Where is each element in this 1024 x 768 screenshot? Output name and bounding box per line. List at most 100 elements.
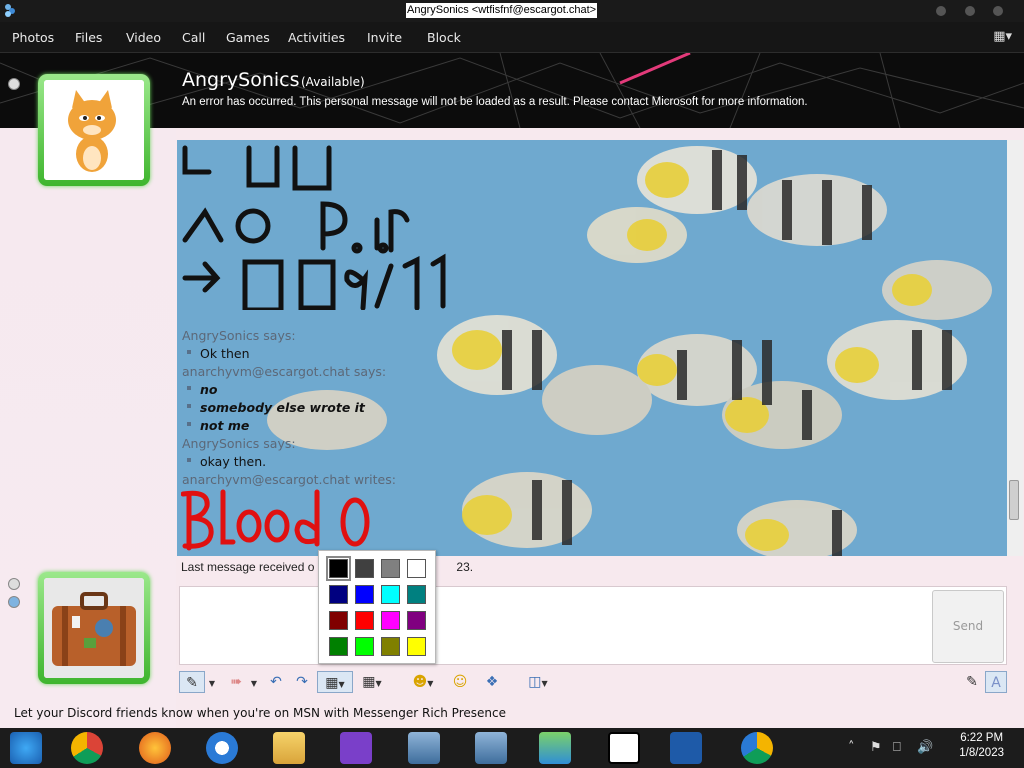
network-app-icon[interactable] xyxy=(408,732,440,764)
pen-icon[interactable]: ✎ xyxy=(179,671,205,693)
bullet xyxy=(187,458,191,462)
taskbar: ˄ ⚑ ⎕ 🔊 6:22 PM 1/8/2023 xyxy=(0,728,1024,768)
start-icon[interactable] xyxy=(10,732,42,764)
contact-display-name: AngrySonics xyxy=(182,69,300,91)
message-text: no xyxy=(200,382,218,397)
menu-games[interactable]: Games xyxy=(226,30,270,45)
tray-chevron-icon[interactable]: ˄ xyxy=(848,740,855,755)
taskbar-clock[interactable]: 6:22 PM 1/8/2023 xyxy=(959,732,1004,759)
menu-bar: Photos Files Video Call Games Activities… xyxy=(0,22,1024,53)
network-app-2-icon[interactable] xyxy=(475,732,507,764)
pen-dropdown[interactable]: ▼ xyxy=(207,671,217,693)
webcam-icon[interactable] xyxy=(8,596,20,608)
flag-icon[interactable]: ⚑ xyxy=(870,740,882,755)
chrome-icon[interactable] xyxy=(71,732,103,764)
bullet xyxy=(187,350,191,354)
handwritten-ink-red xyxy=(181,489,370,551)
last-message-suffix: 23. xyxy=(456,560,474,574)
color-swatch[interactable] xyxy=(381,559,400,578)
color-swatch[interactable] xyxy=(326,556,351,581)
font-icon[interactable]: ✎ xyxy=(961,671,983,693)
maximize-button[interactable] xyxy=(965,6,975,16)
msn-icon[interactable] xyxy=(206,732,238,764)
menu-call[interactable]: Call xyxy=(182,30,205,45)
bullet xyxy=(187,422,191,426)
file-explorer-icon[interactable] xyxy=(273,732,305,764)
text-style-icon[interactable]: A xyxy=(985,671,1007,693)
color-swatch[interactable] xyxy=(355,559,374,578)
chrome-canary-icon[interactable] xyxy=(741,732,773,764)
collapse-icon[interactable] xyxy=(8,78,20,90)
scrollbar-thumb[interactable] xyxy=(1009,480,1019,520)
color-swatch[interactable] xyxy=(407,611,426,630)
menu-activities[interactable]: Activities xyxy=(288,30,345,45)
message-sender: anarchyvm@escargot.chat says: xyxy=(182,364,387,379)
close-button[interactable] xyxy=(993,6,1003,16)
message-text: somebody else wrote it xyxy=(200,400,365,415)
ink-toolbar: ✎ ▼ ➠ ▼ ↶ ↷ ▦▼ ▦▼ ☻▼ ☺ ❖ ◫▼ ✎ A xyxy=(177,667,1007,695)
color-swatch[interactable] xyxy=(381,611,400,630)
wink-icon[interactable]: ☺ xyxy=(447,671,473,693)
redo-icon[interactable]: ↷ xyxy=(291,671,313,693)
people-app-icon[interactable] xyxy=(539,732,571,764)
7zip-icon[interactable] xyxy=(608,732,640,764)
firefox-icon[interactable] xyxy=(139,732,171,764)
menu-photos[interactable]: Photos xyxy=(12,30,54,45)
color-palette-popup xyxy=(318,550,436,664)
background-grid-icon[interactable]: ▦▼ xyxy=(357,671,387,693)
header-pattern xyxy=(0,53,1024,128)
color-swatch[interactable] xyxy=(355,611,374,630)
color-swatch[interactable] xyxy=(355,637,374,656)
color-grid-icon[interactable]: ▦▼ xyxy=(317,671,353,693)
message-text: not me xyxy=(200,418,250,433)
color-swatch[interactable] xyxy=(407,637,426,656)
bullet xyxy=(187,386,191,390)
ad-banner-text[interactable]: Let your Discord friends know when you'r… xyxy=(14,706,506,720)
cat-avatar-icon xyxy=(44,80,144,180)
conversation-history[interactable]: AngrySonics says: Ok then anarchyvm@esca… xyxy=(177,140,1007,556)
menu-video[interactable]: Video xyxy=(126,30,161,45)
contact-header: AngrySonics (Available) An error has occ… xyxy=(0,53,1024,128)
suitcase-avatar-icon xyxy=(44,578,144,678)
background-icon[interactable]: ◫▼ xyxy=(523,671,553,693)
color-swatch[interactable] xyxy=(381,585,400,604)
clock-time: 6:22 PM xyxy=(960,732,1004,744)
nudge-icon[interactable]: ❖ xyxy=(481,671,503,693)
color-swatch[interactable] xyxy=(407,585,426,604)
message-sender: AngrySonics says: xyxy=(182,328,296,343)
volume-icon[interactable]: 🔊 xyxy=(917,740,933,755)
contact-avatar[interactable] xyxy=(38,74,150,186)
menu-invite[interactable]: Invite xyxy=(367,30,402,45)
window-title: AngrySonics <wtfisfnf@escargot.chat> xyxy=(406,3,598,18)
chat-scrollbar[interactable] xyxy=(1007,140,1023,556)
send-button[interactable]: Send xyxy=(932,590,1004,663)
message-input[interactable] xyxy=(179,586,1007,665)
menu-files[interactable]: Files xyxy=(75,30,102,45)
color-swatch[interactable] xyxy=(329,585,348,604)
message-sender: anarchyvm@escargot.chat writes: xyxy=(182,472,396,487)
color-swatch[interactable] xyxy=(407,559,426,578)
clock-date: 1/8/2023 xyxy=(959,747,1004,759)
visual-studio-icon[interactable] xyxy=(340,732,372,764)
color-swatch[interactable] xyxy=(355,585,374,604)
eraser-dropdown[interactable]: ▼ xyxy=(249,671,259,693)
color-swatch[interactable] xyxy=(329,637,348,656)
network-icon[interactable]: ⎕ xyxy=(893,740,901,755)
color-swatch[interactable] xyxy=(381,637,400,656)
contact-presence: (Available) xyxy=(301,75,365,89)
color-swatch[interactable] xyxy=(329,611,348,630)
minimize-button[interactable] xyxy=(936,6,946,16)
own-avatar[interactable] xyxy=(38,572,150,684)
emoticon-icon[interactable]: ☻▼ xyxy=(409,671,437,693)
message-sender: AngrySonics says: xyxy=(182,436,296,451)
eraser-icon[interactable]: ➠ xyxy=(223,671,249,693)
last-message-prefix: Last message received o xyxy=(181,560,315,574)
title-bar: AngrySonics <wtfisfnf@escargot.chat> xyxy=(0,0,1024,22)
messenger-icon xyxy=(3,3,17,18)
powershell-icon[interactable] xyxy=(670,732,702,764)
layout-menu-icon[interactable]: ▦▾ xyxy=(993,29,1012,44)
expand-icon[interactable] xyxy=(8,578,20,590)
undo-icon[interactable]: ↶ xyxy=(265,671,287,693)
message-text: Ok then xyxy=(200,346,250,361)
menu-block[interactable]: Block xyxy=(427,30,461,45)
